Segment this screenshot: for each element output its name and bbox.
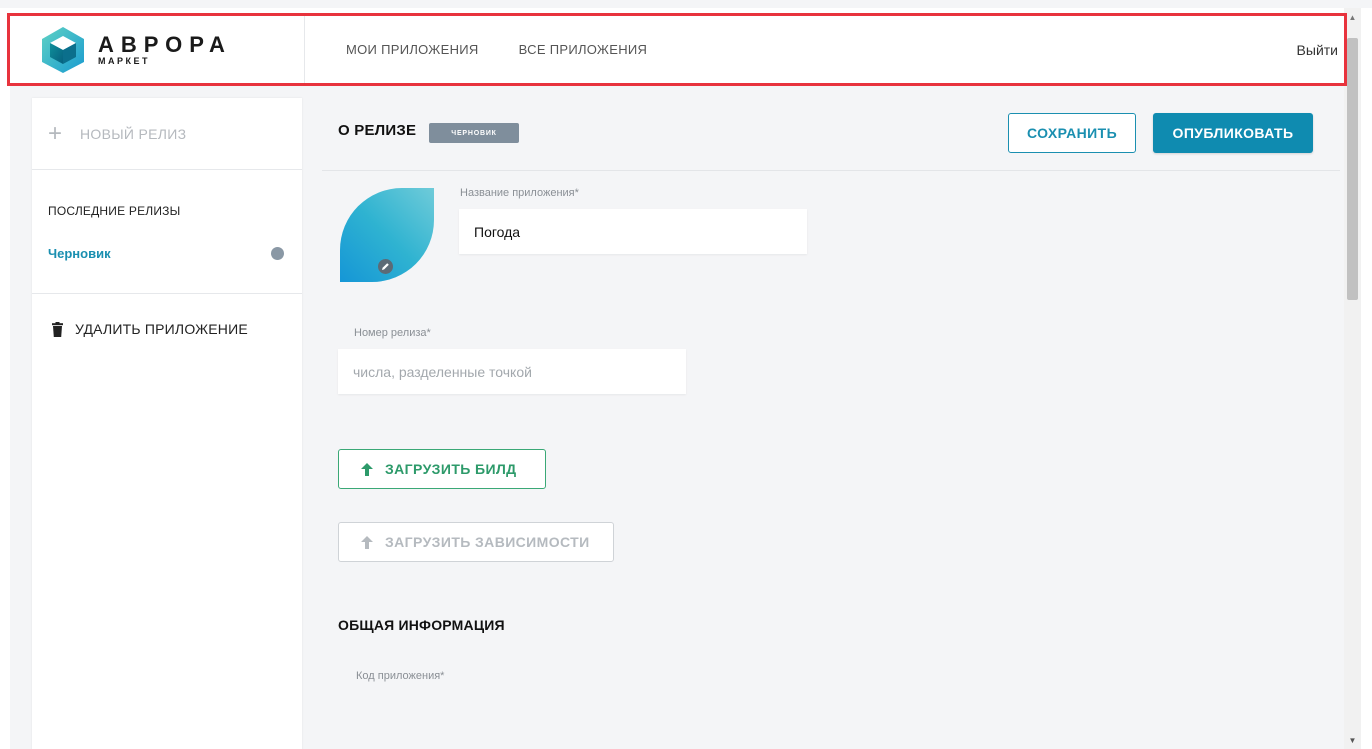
vertical-scrollbar[interactable]: ▲ ▼ bbox=[1344, 8, 1361, 749]
app-icon-upload[interactable] bbox=[340, 188, 434, 282]
window-top-edge bbox=[0, 0, 1372, 8]
upload-build-button[interactable]: ЗАГРУЗИТЬ БИЛД bbox=[338, 449, 546, 489]
scroll-down-icon[interactable]: ▼ bbox=[1344, 733, 1361, 747]
scroll-thumb[interactable] bbox=[1347, 38, 1358, 300]
new-release-label: НОВЫЙ РЕЛИЗ bbox=[80, 125, 187, 142]
app-name-label: Название приложения* bbox=[460, 187, 579, 199]
header-highlight-frame bbox=[7, 13, 1347, 86]
release-item-draft[interactable]: Черновик bbox=[48, 246, 286, 261]
trash-icon bbox=[52, 321, 63, 337]
delete-app-label: УДАЛИТЬ ПРИЛОЖЕНИЕ bbox=[75, 321, 248, 337]
pencil-icon bbox=[378, 259, 393, 274]
save-button[interactable]: СОХРАНИТЬ bbox=[1008, 113, 1136, 153]
status-badge: ЧЕРНОВИК bbox=[429, 123, 519, 143]
arrow-up-icon bbox=[361, 462, 373, 476]
recent-releases: ПОСЛЕДНИЕ РЕЛИЗЫ Черновик bbox=[32, 170, 302, 294]
recent-releases-title: ПОСЛЕДНИЕ РЕЛИЗЫ bbox=[48, 204, 181, 218]
app-name-field[interactable] bbox=[459, 209, 807, 254]
status-dot-icon bbox=[271, 247, 284, 260]
release-item-label: Черновик bbox=[48, 246, 111, 261]
publish-button[interactable]: ОПУБЛИКОВАТЬ bbox=[1153, 113, 1313, 153]
upload-dependencies-button[interactable]: ЗАГРУЗИТЬ ЗАВИСИМОСТИ bbox=[338, 522, 614, 562]
general-info-title: ОБЩАЯ ИНФОРМАЦИЯ bbox=[338, 617, 505, 633]
page-title: О РЕЛИЗЕ bbox=[338, 122, 417, 139]
upload-build-label: ЗАГРУЗИТЬ БИЛД bbox=[385, 461, 517, 477]
delete-app-button[interactable]: УДАЛИТЬ ПРИЛОЖЕНИЕ bbox=[32, 294, 302, 337]
release-number-input[interactable] bbox=[353, 363, 686, 380]
upload-dependencies-label: ЗАГРУЗИТЬ ЗАВИСИМОСТИ bbox=[385, 534, 590, 550]
plus-icon: + bbox=[48, 119, 63, 147]
sidebar: + НОВЫЙ РЕЛИЗ ПОСЛЕДНИЕ РЕЛИЗЫ Черновик … bbox=[32, 98, 302, 749]
release-form: О РЕЛИЗЕ ЧЕРНОВИК СОХРАНИТЬ ОПУБЛИКОВАТЬ… bbox=[322, 86, 1340, 749]
window-right-edge bbox=[1361, 8, 1372, 749]
release-number-label: Номер релиза* bbox=[354, 327, 431, 339]
arrow-up-icon bbox=[361, 535, 373, 549]
main-area: + НОВЫЙ РЕЛИЗ ПОСЛЕДНИЕ РЕЛИЗЫ Черновик … bbox=[10, 86, 1344, 749]
app-code-label: Код приложения* bbox=[356, 670, 445, 682]
app-name-input[interactable] bbox=[474, 223, 807, 240]
release-form-header: О РЕЛИЗЕ ЧЕРНОВИК СОХРАНИТЬ ОПУБЛИКОВАТЬ bbox=[322, 86, 1340, 171]
release-number-field[interactable] bbox=[338, 349, 686, 394]
new-release-button[interactable]: + НОВЫЙ РЕЛИЗ bbox=[32, 98, 302, 170]
